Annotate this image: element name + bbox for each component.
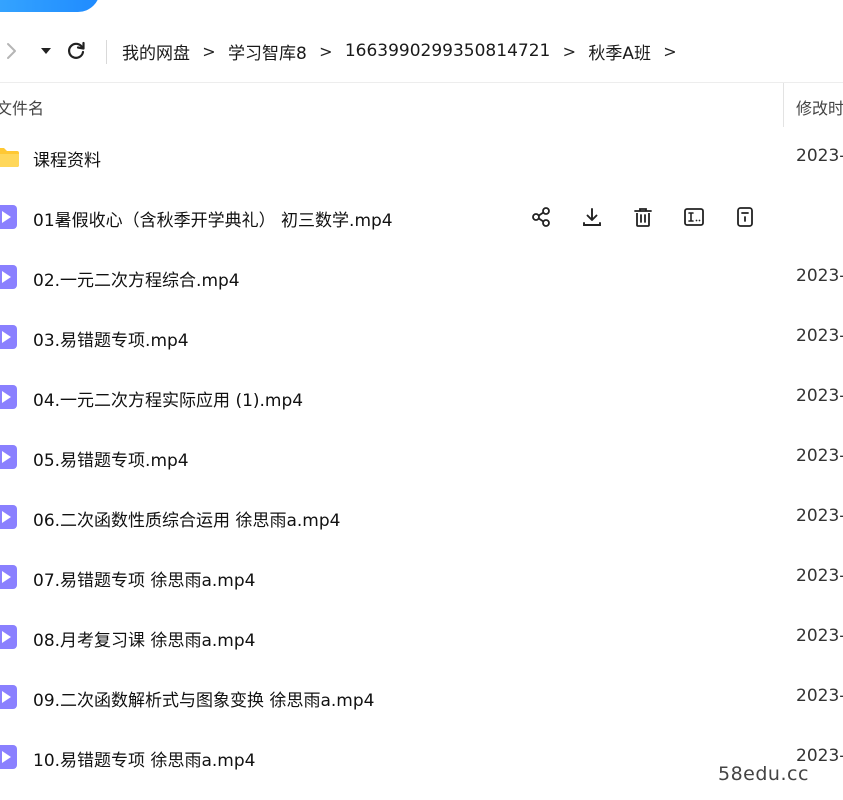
file-modified-date: 2023- <box>796 266 843 286</box>
file-name[interactable]: 07.易错题专项 徐思雨a.mp4 <box>33 566 255 591</box>
breadcrumb-item-study-library[interactable]: 学习智库8 <box>228 39 307 64</box>
folder-icon <box>0 148 19 167</box>
file-name[interactable]: 10.易错题专项 徐思雨a.mp4 <box>33 746 255 771</box>
download-button[interactable] <box>579 204 605 230</box>
file-row[interactable]: 08.月考复习课 徐思雨a.mp4 2023- <box>0 607 843 667</box>
video-file-icon <box>0 205 17 229</box>
file-row[interactable]: 05.易错题专项.mp4 2023- <box>0 427 843 487</box>
file-row[interactable]: 课程资料 2023- <box>0 127 843 187</box>
file-name[interactable]: 04.一元二次方程实际应用 (1).mp4 <box>33 386 303 411</box>
video-file-icon <box>0 505 17 529</box>
forward-button[interactable] <box>0 38 22 64</box>
trash-icon <box>634 208 652 227</box>
breadcrumb-separator: > <box>319 41 333 61</box>
column-header-name[interactable]: 文件名 <box>0 95 44 119</box>
file-modified-date: 2023- <box>796 386 843 406</box>
row-action-toolbar <box>528 204 783 230</box>
share-button[interactable] <box>528 204 554 230</box>
file-row[interactable]: 06.二次函数性质综合运用 徐思雨a.mp4 2023- <box>0 487 843 547</box>
file-name[interactable]: 08.月考复习课 徐思雨a.mp4 <box>33 626 255 651</box>
refresh-icon <box>68 41 85 59</box>
video-file-icon <box>0 445 17 469</box>
video-file-icon <box>0 685 17 709</box>
breadcrumb-separator: > <box>202 41 216 61</box>
video-file-icon <box>0 325 17 349</box>
download-icon <box>583 208 601 226</box>
video-file-icon <box>0 745 17 769</box>
file-row-hovered[interactable]: 01暑假收心（含秋季开学典礼） 初三数学.mp4 <box>0 187 843 247</box>
video-file-icon <box>0 265 17 289</box>
refresh-button[interactable] <box>64 38 88 64</box>
file-name[interactable]: 05.易错题专项.mp4 <box>33 446 189 471</box>
file-modified-date: 2023- <box>796 686 843 706</box>
breadcrumb: 我的网盘 > 学习智库8 > 1663990299350814721 > 秋季A… <box>122 38 689 64</box>
chevron-right-icon <box>7 43 16 59</box>
file-modified-date: 2023- <box>796 566 843 586</box>
share-icon <box>532 207 550 227</box>
file-name[interactable]: 02.一元二次方程综合.mp4 <box>33 266 240 291</box>
column-resize-handle[interactable] <box>783 83 784 127</box>
file-name[interactable]: 09.二次函数解析式与图象变换 徐思雨a.mp4 <box>33 686 374 711</box>
file-row[interactable]: 04.一元二次方程实际应用 (1).mp4 2023- <box>0 367 843 427</box>
history-dropdown-button[interactable] <box>36 38 56 64</box>
file-row[interactable]: 02.一元二次方程综合.mp4 2023- <box>0 247 843 307</box>
breadcrumb-item-autumn-class[interactable]: 秋季A班 <box>588 39 651 64</box>
file-row[interactable]: 03.易错题专项.mp4 2023- <box>0 307 843 367</box>
file-modified-date: 2023- <box>796 506 843 526</box>
top-tab-pill[interactable] <box>0 0 100 12</box>
video-file-icon <box>0 565 17 589</box>
file-list-header: 文件名 修改时 <box>0 82 843 127</box>
caret-down-icon <box>41 48 51 54</box>
rename-button[interactable] <box>681 204 707 230</box>
file-modified-date: 2023- <box>796 446 843 466</box>
breadcrumb-separator: > <box>663 41 677 61</box>
delete-button[interactable] <box>630 204 656 230</box>
file-modified-date: 2023- <box>796 326 843 346</box>
file-row[interactable]: 09.二次函数解析式与图象变换 徐思雨a.mp4 2023- <box>0 667 843 727</box>
column-header-modified[interactable]: 修改时 <box>796 95 843 119</box>
nav-divider <box>106 40 107 64</box>
file-modified-date: 2023- <box>796 626 843 646</box>
file-name[interactable]: 03.易错题专项.mp4 <box>33 326 189 351</box>
file-info-icon <box>737 207 753 227</box>
file-name[interactable]: 课程资料 <box>33 146 101 171</box>
video-file-icon <box>0 625 17 649</box>
breadcrumb-item-my-drive[interactable]: 我的网盘 <box>122 39 190 64</box>
watermark-text: 58edu.cc <box>718 763 809 785</box>
breadcrumb-item-folder-id[interactable]: 1663990299350814721 <box>345 41 551 61</box>
video-file-icon <box>0 385 17 409</box>
rename-icon <box>684 208 704 226</box>
file-name[interactable]: 01暑假收心（含秋季开学典礼） 初三数学.mp4 <box>33 206 393 231</box>
navigation-bar: 我的网盘 > 学习智库8 > 1663990299350814721 > 秋季A… <box>0 28 843 74</box>
file-row[interactable]: 07.易错题专项 徐思雨a.mp4 2023- <box>0 547 843 607</box>
file-row[interactable]: 10.易错题专项 徐思雨a.mp4 2023- <box>0 727 843 787</box>
file-browser: 我的网盘 > 学习智库8 > 1663990299350814721 > 秋季A… <box>0 0 843 800</box>
file-name[interactable]: 06.二次函数性质综合运用 徐思雨a.mp4 <box>33 506 340 531</box>
breadcrumb-separator: > <box>562 41 577 61</box>
file-modified-date: 2023- <box>796 146 843 166</box>
details-button[interactable] <box>732 204 758 230</box>
